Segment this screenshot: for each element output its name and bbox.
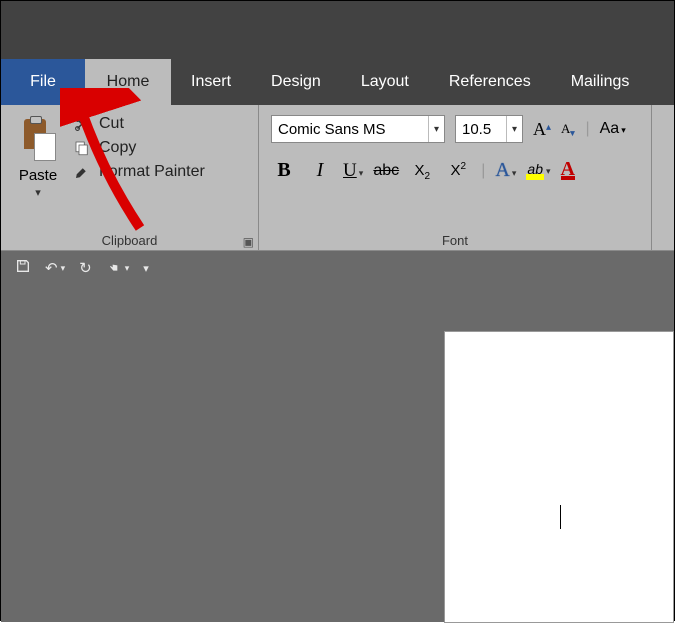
chevron-down-icon[interactable]: ▾ — [428, 116, 444, 142]
window-titlebar — [1, 1, 674, 59]
ribbon-tabs: File Home Insert Design Layout Reference… — [1, 59, 674, 105]
shrink-font-button[interactable]: A▴ — [561, 120, 575, 138]
clipboard-group-label: Clipboard ▣ — [7, 233, 252, 248]
chevron-down-icon[interactable]: ▾ — [506, 116, 522, 142]
format-painter-label: Format Painter — [99, 163, 205, 181]
document-area[interactable] — [1, 285, 674, 622]
paste-icon — [18, 115, 58, 163]
save-icon — [15, 258, 31, 278]
underline-button[interactable]: U▾ — [343, 160, 363, 182]
redo-icon: ↻ — [79, 259, 92, 277]
grow-font-button[interactable]: A▴ — [533, 119, 551, 140]
undo-button[interactable]: ↶▾ — [45, 259, 65, 277]
chevron-down-icon: ▾ — [143, 262, 149, 275]
copy-icon — [73, 139, 91, 157]
customize-qat-button[interactable]: ▾ — [143, 262, 149, 275]
scissors-icon — [73, 115, 91, 133]
redo-button[interactable]: ↻ — [79, 259, 92, 277]
font-name-combo[interactable]: Comic Sans MS ▾ — [271, 115, 445, 143]
tab-file[interactable]: File — [1, 59, 85, 105]
touch-icon — [106, 258, 122, 278]
quick-access-toolbar: ↶▾ ↻ ▾ ▾ — [1, 251, 674, 285]
tab-references[interactable]: References — [429, 59, 551, 105]
text-effects-button[interactable]: A▾ — [495, 159, 516, 182]
document-page[interactable] — [444, 331, 674, 623]
font-group-label: Font — [265, 233, 645, 248]
italic-button[interactable]: I — [307, 159, 333, 182]
group-clipboard: Paste ▾ Cut Copy — [1, 105, 259, 250]
save-button[interactable] — [15, 258, 31, 278]
paste-button[interactable]: Paste ▾ — [7, 109, 69, 199]
cut-button[interactable]: Cut — [73, 115, 205, 133]
clipboard-launcher-icon[interactable]: ▣ — [243, 235, 254, 249]
touch-mode-button[interactable]: ▾ — [106, 258, 130, 278]
cut-label: Cut — [99, 115, 124, 133]
paste-dropdown-icon[interactable]: ▾ — [35, 186, 41, 199]
bold-button[interactable]: B — [271, 159, 297, 182]
undo-icon: ↶ — [45, 259, 58, 277]
highlight-button[interactable]: ab▾ — [526, 161, 550, 180]
strikethrough-button[interactable]: abc — [373, 162, 399, 180]
font-size-value: 10.5 — [456, 121, 506, 138]
subscript-button[interactable]: X2 — [409, 162, 435, 179]
tab-mailings[interactable]: Mailings — [551, 59, 650, 105]
paste-label: Paste — [19, 167, 57, 184]
font-size-combo[interactable]: 10.5 ▾ — [455, 115, 523, 143]
change-case-button[interactable]: Aa▾ — [600, 120, 626, 138]
font-name-value: Comic Sans MS — [272, 121, 428, 138]
tab-design[interactable]: Design — [251, 59, 341, 105]
group-font: Comic Sans MS ▾ 10.5 ▾ A▴ A▴ | Aa▾ B I U… — [259, 105, 652, 250]
format-painter-button[interactable]: Format Painter — [73, 163, 205, 181]
text-cursor — [560, 505, 561, 529]
copy-button[interactable]: Copy — [73, 139, 205, 157]
tab-layout[interactable]: Layout — [341, 59, 429, 105]
copy-label: Copy — [99, 139, 136, 157]
tab-home[interactable]: Home — [85, 59, 171, 105]
font-color-button[interactable]: A — [561, 162, 575, 180]
tab-insert[interactable]: Insert — [171, 59, 251, 105]
ribbon: Paste ▾ Cut Copy — [1, 105, 674, 251]
brush-icon — [73, 163, 91, 181]
superscript-button[interactable]: X2 — [445, 162, 471, 179]
